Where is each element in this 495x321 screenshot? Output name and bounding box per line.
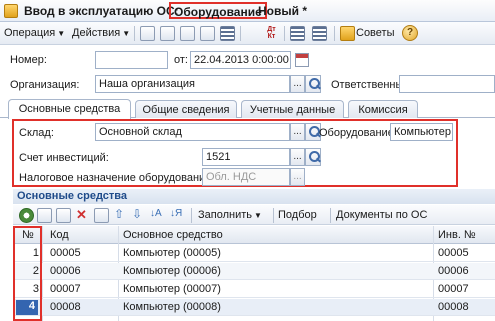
table-toolbar: ✕ ⇧ ⇩ ↓A ↓Я Заполнить ▼ Подбор Документы … <box>13 205 495 225</box>
investment-account-field[interactable]: 1521 <box>202 148 290 166</box>
report-icon[interactable] <box>290 26 305 41</box>
toolbar-separator <box>334 26 335 41</box>
investment-account-search-icon[interactable] <box>305 148 321 166</box>
selection-button[interactable]: Подбор <box>278 209 317 221</box>
row-code: 00005 <box>50 247 81 259</box>
tab-strip: Основные средства Общие сведения Учетные… <box>0 99 495 119</box>
copy-row-icon[interactable] <box>37 208 52 223</box>
investment-account-select-button[interactable]: ... <box>290 148 305 166</box>
number-field[interactable] <box>95 51 168 69</box>
toolbar-separator <box>240 26 241 41</box>
row-code: 00008 <box>50 301 81 313</box>
table-row[interactable]: 2 00006 Компьютер (00006) 00006 <box>14 263 495 280</box>
organization-select-button[interactable]: ... <box>290 75 305 93</box>
equipment-label: Оборудование: <box>319 127 397 139</box>
column-header-inventory[interactable]: Инв. № <box>438 229 476 241</box>
toolbar-separator <box>284 26 285 41</box>
row-asset: Компьютер (00006) <box>123 265 221 277</box>
table-row-selected[interactable]: 4 00008 Компьютер (00008) 00008 <box>14 299 495 316</box>
warehouse-label: Склад: <box>19 127 54 139</box>
organization-label: Организация: <box>10 79 80 91</box>
toolbar-separator <box>134 26 135 41</box>
section-title: Основные средства <box>13 189 495 204</box>
tax-purpose-select-button[interactable]: ... <box>290 168 305 186</box>
row-asset: Компьютер (00008) <box>123 301 221 313</box>
warehouse-field[interactable]: Основной склад <box>95 123 290 141</box>
operation-menu[interactable]: Операция ▼ <box>4 27 65 39</box>
dropdown-arrow-icon: ▼ <box>254 211 262 220</box>
investment-account-label: Счет инвестиций: <box>19 152 109 164</box>
window-title-suffix: Новый * <box>258 4 308 18</box>
delete-row-icon[interactable]: ✕ <box>76 207 87 223</box>
advice-icon[interactable] <box>340 26 355 41</box>
calendar-icon[interactable] <box>295 53 309 67</box>
document-icon <box>4 4 18 18</box>
number-column-highlight <box>13 226 42 321</box>
list-icon[interactable] <box>312 26 327 41</box>
warehouse-select-button[interactable]: ... <box>290 123 305 141</box>
title-bar: Ввод в эксплуатацию ОС: Оборудование Нов… <box>0 0 495 22</box>
row-code: 00006 <box>50 265 81 277</box>
date-label: от: <box>174 54 188 66</box>
responsible-field[interactable] <box>399 75 495 93</box>
advice-button[interactable]: Советы <box>356 27 394 39</box>
organization-search-icon[interactable] <box>305 75 321 93</box>
table-row[interactable]: 3 00007 Компьютер (00007) 00007 <box>14 281 495 298</box>
tab-fixed-assets[interactable]: Основные средства <box>8 99 131 119</box>
dropdown-arrow-icon: ▼ <box>122 29 131 38</box>
row-inventory: 00006 <box>438 265 469 277</box>
fixed-assets-table: № Код Основное средство Инв. № 1 00005 К… <box>13 226 495 321</box>
move-down-icon[interactable]: ⇩ <box>132 207 142 221</box>
organization-field[interactable]: Наша организация <box>95 75 290 93</box>
actions-menu[interactable]: Действия ▼ <box>72 27 130 39</box>
move-up-icon[interactable]: ⇧ <box>114 207 124 221</box>
main-toolbar: Операция ▼ Действия ▼ Дт Кт Советы ? <box>0 22 495 45</box>
equipment-field[interactable]: Компьютер <box>390 123 453 141</box>
window-title-highlight: Оборудование <box>169 2 267 19</box>
tab-accounting-data[interactable]: Учетные данные <box>241 100 344 118</box>
end-edit-icon[interactable] <box>94 208 109 223</box>
dt-kt-icon[interactable]: Дт Кт <box>264 26 279 41</box>
save-icon[interactable] <box>180 26 195 41</box>
column-header-code[interactable]: Код <box>50 229 69 241</box>
table-header: № Код Основное средство Инв. № <box>14 226 495 244</box>
sort-descending-icon[interactable]: ↓Я <box>170 208 182 219</box>
toolbar-separator <box>330 208 331 223</box>
post-icon[interactable] <box>200 26 215 41</box>
asset-documents-button[interactable]: Документы по ОС <box>336 209 427 221</box>
toolbar-separator <box>191 208 192 223</box>
number-label: Номер: <box>10 54 47 66</box>
row-inventory: 00007 <box>438 283 469 295</box>
add-row-icon[interactable] <box>19 208 34 223</box>
row-code: 00007 <box>50 283 81 295</box>
sort-ascending-icon[interactable]: ↓A <box>150 208 162 219</box>
structure-icon[interactable] <box>220 26 235 41</box>
row-asset: Компьютер (00007) <box>123 283 221 295</box>
row-inventory: 00008 <box>438 301 469 313</box>
fill-menu[interactable]: Заполнить ▼ <box>198 209 262 221</box>
dropdown-arrow-icon: ▼ <box>57 29 66 38</box>
table-row[interactable]: 1 00005 Компьютер (00005) 00005 <box>14 245 495 262</box>
toolbar-separator <box>273 208 274 223</box>
help-icon[interactable]: ? <box>402 25 418 41</box>
tax-purpose-label: Налоговое назначение оборудования: <box>19 172 215 184</box>
copy-icon[interactable] <box>140 26 155 41</box>
row-asset: Компьютер (00005) <box>123 247 221 259</box>
window-title-prefix: Ввод в эксплуатацию ОС: <box>24 4 179 18</box>
column-header-asset[interactable]: Основное средство <box>123 229 223 241</box>
edit-row-icon[interactable] <box>56 208 71 223</box>
row-inventory: 00005 <box>438 247 469 259</box>
tab-commission[interactable]: Комиссия <box>348 100 418 118</box>
date-field[interactable]: 22.04.2013 0:00:00 <box>190 51 291 69</box>
tax-purpose-field[interactable]: Обл. НДС <box>202 168 290 186</box>
edit-icon[interactable] <box>160 26 175 41</box>
tab-general-info[interactable]: Общие сведения <box>135 100 237 118</box>
